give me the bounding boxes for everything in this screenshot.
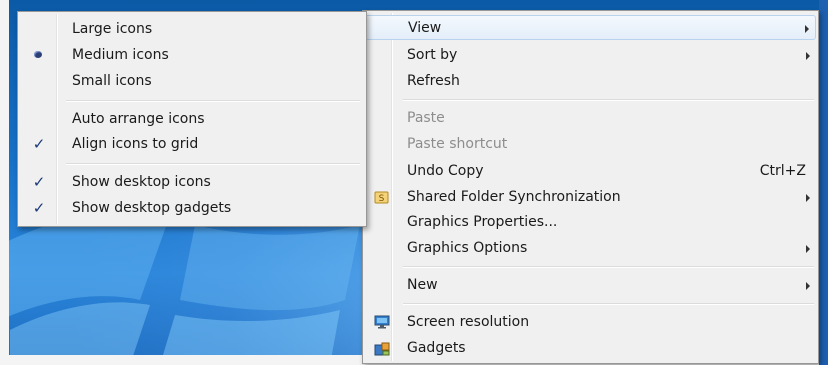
menu-item-label: Graphics Options — [407, 240, 528, 256]
checkmark-icon: ✓ — [32, 199, 46, 217]
screen-resolution-icon — [374, 315, 390, 329]
menu-item-undo-copy[interactable]: Undo Copy Ctrl+Z — [365, 159, 816, 184]
radio-bullet-icon — [34, 51, 42, 58]
menu-separator — [403, 266, 814, 268]
menu-item-show-desktop-gadgets[interactable]: ✓ Show desktop gadgets — [20, 196, 364, 221]
submenu-arrow-icon — [806, 52, 810, 60]
menu-item-label: Show desktop gadgets — [72, 200, 232, 216]
menu-item-paste-shortcut[interactable]: Paste shortcut — [365, 132, 816, 157]
menu-item-new[interactable]: New — [365, 273, 816, 298]
view-submenu: Large icons Medium icons Small icons Aut… — [17, 11, 367, 227]
menu-item-sort-by[interactable]: Sort by — [365, 43, 816, 68]
gadgets-icon — [374, 342, 390, 356]
menu-item-label: Gadgets — [407, 340, 466, 356]
menu-item-refresh[interactable]: Refresh — [365, 69, 816, 94]
menu-item-shortcut: Ctrl+Z — [759, 163, 806, 179]
menu-item-show-desktop-icons[interactable]: ✓ Show desktop icons — [20, 170, 364, 195]
menu-separator — [403, 303, 814, 305]
sync-folder-icon: S — [374, 191, 389, 204]
menu-item-label: Paste shortcut — [407, 136, 508, 152]
menu-item-label: Refresh — [407, 73, 460, 89]
menu-item-label: Undo Copy — [407, 163, 484, 179]
menu-item-label: View — [408, 20, 442, 36]
menu-separator — [66, 163, 360, 165]
menu-item-label: Medium icons — [72, 47, 169, 63]
menu-item-label: Screen resolution — [407, 314, 530, 330]
menu-item-label: Auto arrange icons — [72, 111, 205, 127]
menu-item-label: Sort by — [407, 47, 458, 63]
menu-item-label: Paste — [407, 110, 445, 126]
menu-item-paste[interactable]: Paste — [365, 106, 816, 131]
menu-item-label: Large icons — [72, 21, 153, 37]
menu-item-graphics-options[interactable]: Graphics Options — [365, 236, 816, 261]
submenu-arrow-icon — [806, 245, 810, 253]
left-frame-edge — [0, 0, 9, 365]
right-frame-edge — [819, 0, 828, 365]
menu-item-label: New — [407, 277, 438, 293]
menu-item-medium-icons[interactable]: Medium icons — [20, 43, 364, 68]
desktop-context-menu: View Sort by Refresh Paste Paste shortcu… — [362, 10, 819, 364]
menu-item-large-icons[interactable]: Large icons — [20, 17, 364, 42]
submenu-arrow-icon — [806, 282, 810, 290]
menu-item-label: Show desktop icons — [72, 174, 211, 190]
menu-item-view[interactable]: View — [365, 15, 816, 40]
menu-item-label: Small icons — [72, 73, 152, 89]
menu-item-label: Shared Folder Synchronization — [407, 189, 621, 205]
checkmark-icon: ✓ — [32, 135, 46, 153]
checkmark-icon: ✓ — [32, 173, 46, 191]
menu-item-label: Align icons to grid — [72, 136, 199, 152]
menu-item-gadgets[interactable]: Gadgets — [365, 336, 816, 361]
menu-item-label: Graphics Properties... — [407, 214, 558, 230]
submenu-arrow-icon — [806, 194, 810, 202]
menu-item-shared-folder-sync[interactable]: S Shared Folder Synchronization — [365, 185, 816, 210]
menu-item-small-icons[interactable]: Small icons — [20, 69, 364, 94]
submenu-arrow-icon — [805, 25, 809, 33]
menu-separator — [403, 99, 814, 101]
menu-item-graphics-properties[interactable]: Graphics Properties... — [365, 210, 816, 235]
menu-item-auto-arrange-icons[interactable]: Auto arrange icons — [20, 107, 364, 132]
menu-item-align-icons-to-grid[interactable]: ✓ Align icons to grid — [20, 132, 364, 157]
menu-separator — [66, 100, 360, 102]
svg-text:S: S — [379, 194, 385, 204]
menu-item-screen-resolution[interactable]: Screen resolution — [365, 310, 816, 335]
